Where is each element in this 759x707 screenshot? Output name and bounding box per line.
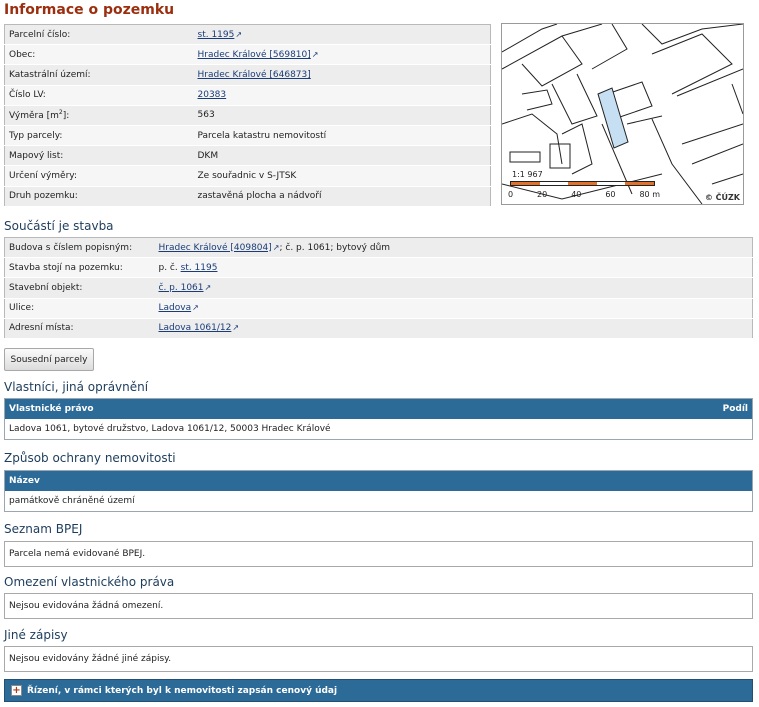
row-label: Určení výměry:	[4, 165, 194, 187]
protection-table-header: Název	[5, 471, 752, 491]
parcel-row-area: Výměra [m2]: 563	[4, 105, 491, 126]
column-header: Podíl	[722, 404, 748, 414]
address-link[interactable]: Ladova 1061/12	[159, 323, 232, 333]
building-section-title: Součástí je stavba	[4, 219, 114, 233]
external-link-icon[interactable]: ↗	[235, 30, 242, 39]
protection-section-title: Způsob ochrany nemovitosti	[4, 451, 176, 465]
building-suffix: ; č. p. 1061; bytový dům	[279, 242, 391, 253]
owners-section-title: Vlastníci, jiná oprávnění	[4, 380, 149, 394]
row-label: Typ parcely:	[4, 125, 194, 147]
building-row: Stavební objekt: č. p. 1061↗	[4, 277, 753, 299]
column-header: Název	[9, 476, 40, 486]
parcel-link[interactable]: st. 1195	[181, 263, 218, 273]
building-row: Stavba stojí na pozemku: p. č. st. 1195	[4, 257, 753, 279]
map-scale-ticks: 0 20 40 60 80 m	[508, 190, 660, 199]
row-value: 563	[193, 105, 491, 126]
parcel-row-lv: Číslo LV: 20383	[4, 85, 491, 106]
row-label: Obec:	[4, 44, 194, 66]
parcel-row-number: Parcelní číslo: st. 1195↗	[4, 24, 491, 46]
map-copyright: © ČÚZK	[704, 193, 740, 202]
parcel-map[interactable]: 1:1 967 0 20 40 60 80 m © ČÚZK	[501, 23, 744, 205]
building-object-link[interactable]: č. p. 1061	[159, 283, 204, 293]
table-row: Ladova 1061, bytové družstvo, Ladova 106…	[5, 419, 752, 439]
external-link-icon[interactable]: ↗	[312, 50, 319, 59]
external-link-icon[interactable]: ↗	[205, 283, 212, 292]
building-link[interactable]: Hradec Králové [409804]	[159, 243, 272, 253]
parcel-number-link[interactable]: st. 1195	[198, 30, 235, 40]
restrictions-box: Nejsou evidována žádná omezení.	[4, 593, 753, 619]
price-records-expander[interactable]: + Řízení, v rámci kterých byl k nemovito…	[4, 679, 753, 702]
row-label: Číslo LV:	[4, 85, 194, 106]
cadastral-area-link[interactable]: Hradec Králové [646873]	[198, 70, 311, 80]
row-value: Ze souřadnic v S-JTSK	[193, 165, 491, 187]
owners-table: Vlastnické právo Podíl Ladova 1061, byto…	[4, 398, 753, 440]
map-scale-text: 1:1 967	[512, 170, 543, 179]
row-label: Katastrální území:	[4, 64, 194, 86]
row-label: Parcelní číslo:	[4, 24, 194, 46]
parcel-row-type: Typ parcely: Parcela katastru nemovitost…	[4, 125, 491, 147]
parcel-info-table: Parcelní číslo: st. 1195↗ Obec: Hradec K…	[4, 24, 491, 207]
neighbor-parcels-button[interactable]: Sousední parcely	[4, 348, 94, 371]
owners-table-header: Vlastnické právo Podíl	[5, 399, 752, 419]
building-table: Budova s číslem popisným: Hradec Králové…	[4, 237, 753, 339]
row-label: Stavba stojí na pozemku:	[4, 257, 155, 279]
restrictions-section-title: Omezení vlastnického práva	[4, 575, 175, 589]
row-label: Stavební objekt:	[4, 277, 155, 299]
parcel-row-municipality: Obec: Hradec Králové [569810]↗	[4, 44, 491, 66]
row-label: Výměra [m2]:	[4, 105, 194, 126]
page-title: Informace o pozemku	[4, 2, 175, 18]
street-link[interactable]: Ladova	[159, 303, 192, 313]
bpej-box: Parcela nemá evidované BPEJ.	[4, 541, 753, 567]
building-row: Ulice: Ladova↗	[4, 298, 753, 319]
price-records-label: Řízení, v rámci kterých byl k nemovitost…	[27, 685, 338, 696]
municipality-link[interactable]: Hradec Králové [569810]	[198, 50, 311, 60]
column-header: Vlastnické právo	[9, 404, 94, 414]
plus-icon[interactable]: +	[11, 685, 22, 696]
lv-number-link[interactable]: 20383	[198, 90, 227, 100]
row-value: Parcela katastru nemovitostí	[193, 125, 491, 147]
row-label: Ulice:	[4, 298, 155, 319]
parcel-row-land-type: Druh pozemku: zastavěná plocha a nádvoří	[4, 186, 491, 207]
row-label: Mapový list:	[4, 145, 194, 167]
row-value: zastavěná plocha a nádvoří	[193, 186, 491, 207]
highlighted-parcel	[597, 87, 629, 149]
external-link-icon[interactable]: ↗	[192, 303, 199, 312]
other-section-title: Jiné zápisy	[4, 628, 68, 642]
map-scale-bar	[510, 181, 655, 186]
row-label: Budova s číslem popisným:	[4, 237, 155, 259]
row-label: Adresní místa:	[4, 318, 155, 339]
row-value: DKM	[193, 145, 491, 167]
protection-table: Název památkově chráněné území	[4, 470, 753, 512]
parcel-row-cadastral: Katastrální území: Hradec Králové [64687…	[4, 64, 491, 86]
building-row: Budova s číslem popisným: Hradec Králové…	[4, 237, 753, 259]
table-row: památkově chráněné území	[5, 491, 752, 511]
parcel-row-map-sheet: Mapový list: DKM	[4, 145, 491, 167]
row-label: Druh pozemku:	[4, 186, 194, 207]
parcel-row-area-method: Určení výměry: Ze souřadnic v S-JTSK	[4, 165, 491, 187]
external-link-icon[interactable]: ↗	[232, 323, 239, 332]
other-box: Nejsou evidovány žádné jiné zápisy.	[4, 646, 753, 672]
building-row: Adresní místa: Ladova 1061/12↗	[4, 318, 753, 339]
bpej-section-title: Seznam BPEJ	[4, 522, 83, 536]
